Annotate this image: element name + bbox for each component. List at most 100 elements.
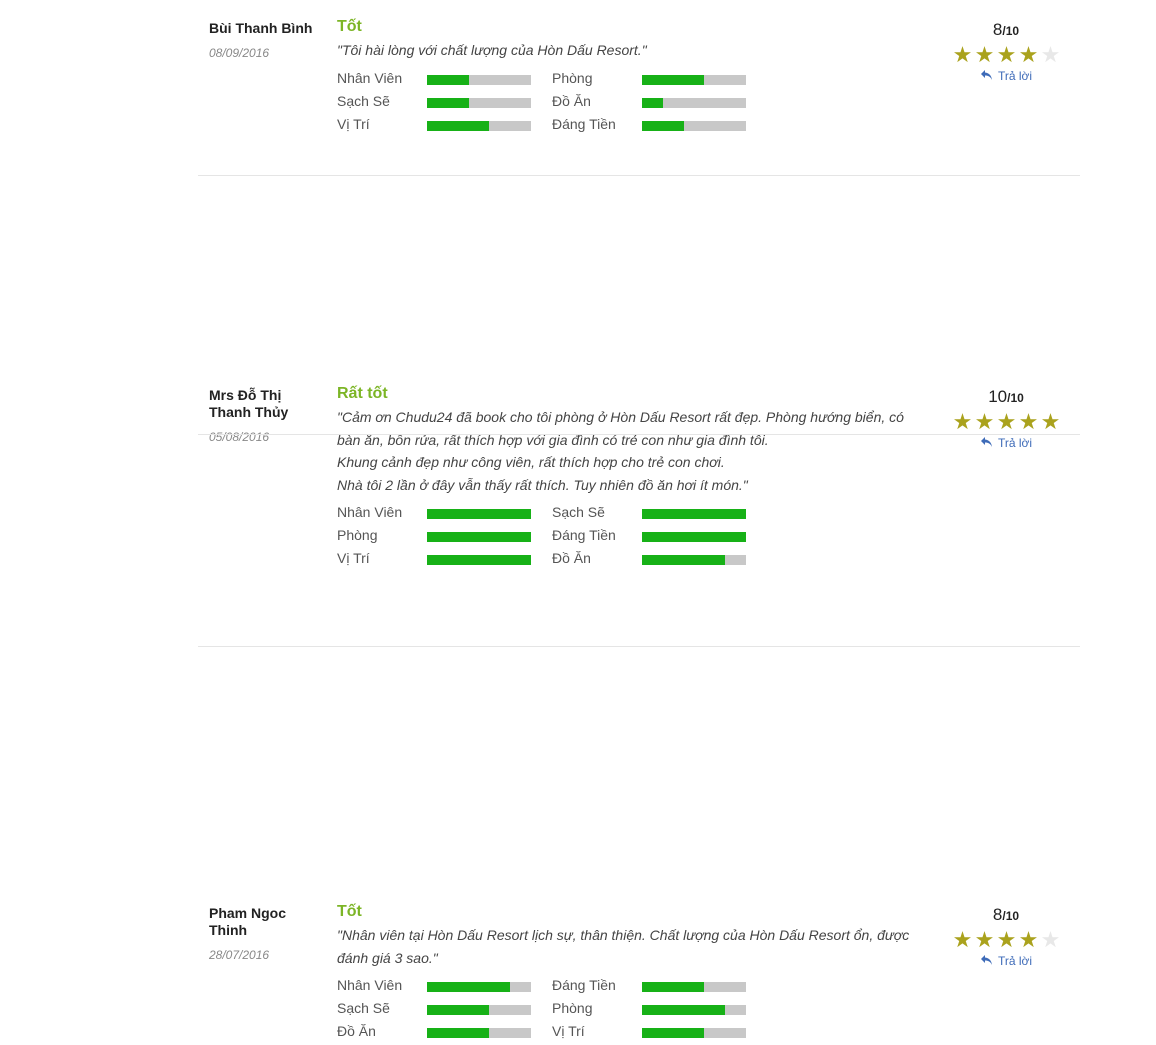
score-value: 8/10 (946, 20, 1066, 41)
criterion-bar (642, 120, 746, 131)
score-value: 10/10 (946, 387, 1066, 408)
reviewer-name: Pham Ngoc Thinh (209, 905, 287, 938)
reply-arrow-icon (980, 69, 994, 81)
star-rating: ★ ★ ★ ★ ★ (946, 44, 1066, 66)
review-content: Tốt "Nhân viên tại Hòn Dấu Resort lịch sự… (337, 903, 947, 1045)
review-score: 8/10 ★ ★ ★ ★ ★ Trả lời (946, 20, 1066, 85)
criterion-bar-fill (642, 1028, 704, 1038)
comment-line: "Cảm ơn Chudu24 đã book cho tôi phòng ở … (337, 409, 904, 425)
criterion-bar-fill (427, 1028, 489, 1038)
criterion-label: Phòng (552, 1000, 593, 1016)
criterion-item: Nhân Viên (337, 69, 557, 89)
review-title: Rất tốt (337, 385, 388, 402)
review-comment: "Nhân viên tại Hòn Dấu Resort lịch sự, t… (337, 924, 947, 969)
score-denominator: /10 (1002, 909, 1020, 923)
criterion-label: Vị Trí (552, 1023, 585, 1039)
criterion-bar-fill (642, 1005, 725, 1015)
criterion-label: Đáng Tiền (552, 115, 616, 132)
criterion-label: Sạch Sẽ (337, 92, 390, 109)
criterion-label: Phòng (552, 69, 593, 86)
criterion-bar (427, 97, 531, 108)
reply-label: Trả lời (997, 954, 1033, 968)
criterion-item: Phòng (552, 999, 772, 1019)
review-content: Tốt "Tôi hài lòng với chất lượng của Hòn … (337, 18, 947, 138)
star-icon: ★ (996, 927, 1017, 952)
score-denominator: /10 (1002, 24, 1020, 38)
star-icon: ★ (974, 927, 995, 952)
reply-arrow-icon (980, 954, 994, 966)
reply-button[interactable]: Trả lời (980, 954, 1032, 968)
criterion-bar-fill (427, 120, 489, 131)
criterion-bar (427, 982, 531, 992)
star-icon: ★ (1018, 927, 1039, 952)
star-icon: ★ (1018, 409, 1039, 434)
review-item: Pham Ngoc Thinh 28/07/2016 Tốt "Nhân viên t… (198, 436, 1080, 1039)
reply-label: Trả lời (997, 69, 1033, 83)
score-number: 8 (992, 20, 1003, 39)
criterion-bar-fill (642, 74, 704, 85)
star-icon: ★ (996, 409, 1017, 434)
criterion-item: Đáng Tiền (552, 976, 772, 996)
review-title: Tốt (337, 903, 362, 920)
reviewer-name: Bùi Thanh Bình (209, 20, 313, 36)
criterion-item: Sạch Sẽ (337, 999, 557, 1019)
review-date: 08/09/2016 (209, 46, 270, 60)
criterion-label: Vị Trí (337, 115, 370, 132)
criterion-bar-fill (642, 97, 663, 108)
criterion-item: Phòng (552, 69, 772, 89)
criterion-bar (427, 74, 531, 85)
review-item: Mrs Đỗ Thị Thanh Thủy 05/08/2016 Rất tốt "C… (198, 177, 1080, 566)
criterion-label: Đồ Ăn (552, 92, 591, 109)
star-icon: ★ (952, 42, 973, 67)
criterion-item: Đồ Ăn (552, 92, 772, 112)
star-icon: ★ (1018, 42, 1039, 67)
review-comment: "Tôi hài lòng với chất lượng của Hòn Dấu… (337, 39, 947, 62)
star-rating: ★ ★ ★ ★ ★ (946, 411, 1066, 433)
criterion-label: Đồ Ăn (337, 1023, 376, 1039)
criterion-item: Vị Trí (552, 1022, 772, 1042)
review-item: Bùi Thanh Bình 08/09/2016 Tốt "Tôi hài lòng… (198, 0, 1080, 176)
comment-line: "Tôi hài lòng với chất lượng của Hòn Dấu… (337, 42, 647, 58)
criterion-bar-fill (427, 97, 469, 108)
criterion-bar-fill (642, 120, 684, 131)
criterion-bar (642, 982, 746, 992)
comment-line: đánh giá 3 sao." (337, 949, 438, 966)
comment-line: "Nhân viên tại Hòn Dấu Resort lịch sự, t… (337, 927, 910, 943)
criterion-bar-fill (642, 982, 704, 992)
criterion-label: Sạch Sẽ (337, 1000, 390, 1016)
criterion-bar-fill (427, 1005, 489, 1015)
criterion-bar (427, 120, 531, 131)
criterion-bar-fill (427, 982, 510, 992)
criterion-bar-fill (427, 74, 469, 85)
criterion-bar (642, 1005, 746, 1015)
review-date: 28/07/2016 (209, 948, 270, 962)
criterion-bar (427, 1005, 531, 1015)
criterion-label: Đáng Tiền (552, 977, 616, 993)
criterion-item: Sạch Sẽ (337, 92, 557, 112)
star-icon: ★ (1040, 409, 1061, 434)
rating-criteria: Nhân Viên Phòng Sạch Sẽ Đồ Ăn Vị Trí Đáng Tiề… (337, 69, 947, 138)
criterion-bar (642, 97, 746, 108)
review-title: Tốt (337, 18, 362, 35)
rating-criteria: Nhân Viên Đáng Tiền Sạch Sẽ Phòng Đồ Ăn Vị Tr… (337, 976, 947, 1045)
criterion-label: Nhân Viên (337, 69, 403, 86)
star-icon: ★ (952, 409, 973, 434)
score-denominator: /10 (1007, 391, 1024, 405)
score-number: 8 (992, 905, 1003, 924)
criterion-item: Đáng Tiền (552, 115, 772, 135)
criterion-label: Nhân Viên (337, 977, 403, 993)
reviewer-info: Pham Ngoc Thinh 28/07/2016 (209, 905, 319, 962)
criterion-item: Nhân Viên (337, 976, 557, 996)
score-number: 10 (988, 387, 1008, 406)
criterion-bar (642, 1028, 746, 1038)
reviewer-info: Bùi Thanh Bình 08/09/2016 (209, 20, 319, 60)
criterion-bar (642, 74, 746, 85)
score-value: 8/10 (946, 905, 1066, 926)
star-icon: ★ (974, 409, 995, 434)
star-icon: ★ (996, 42, 1017, 67)
star-icon: ★ (1040, 42, 1061, 67)
criterion-item: Vị Trí (337, 115, 557, 135)
criterion-bar (427, 1028, 531, 1038)
star-icon: ★ (952, 927, 973, 952)
reply-button[interactable]: Trả lời (980, 69, 1032, 83)
